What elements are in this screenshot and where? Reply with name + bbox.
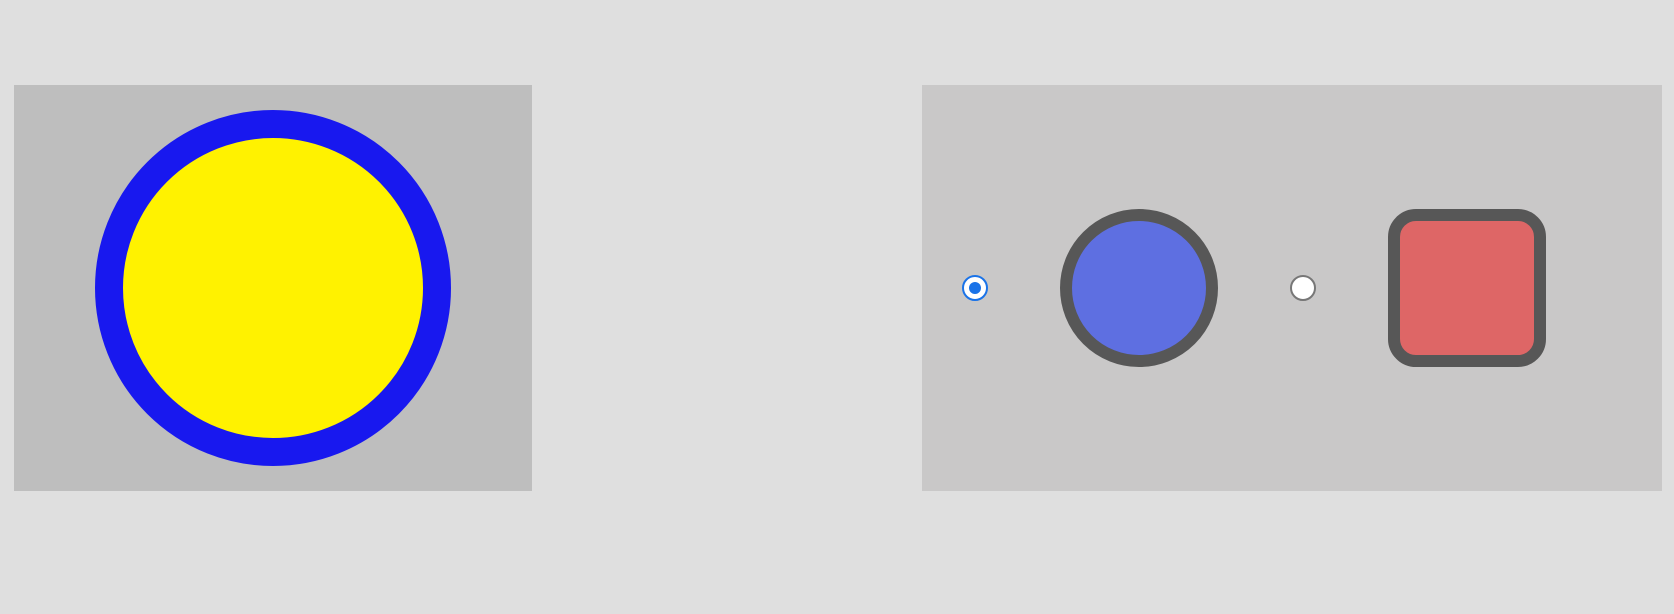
square-swatch-icon[interactable]	[1388, 209, 1546, 367]
shape-option-square	[1290, 209, 1546, 367]
radio-dot-icon	[969, 282, 981, 294]
preview-panel	[14, 85, 532, 491]
radio-circle[interactable]	[962, 275, 988, 301]
radio-square[interactable]	[1290, 275, 1316, 301]
shape-option-circle	[962, 209, 1218, 367]
preview-shape-circle	[95, 110, 451, 466]
shape-options-panel	[922, 85, 1662, 491]
circle-swatch-icon[interactable]	[1060, 209, 1218, 367]
